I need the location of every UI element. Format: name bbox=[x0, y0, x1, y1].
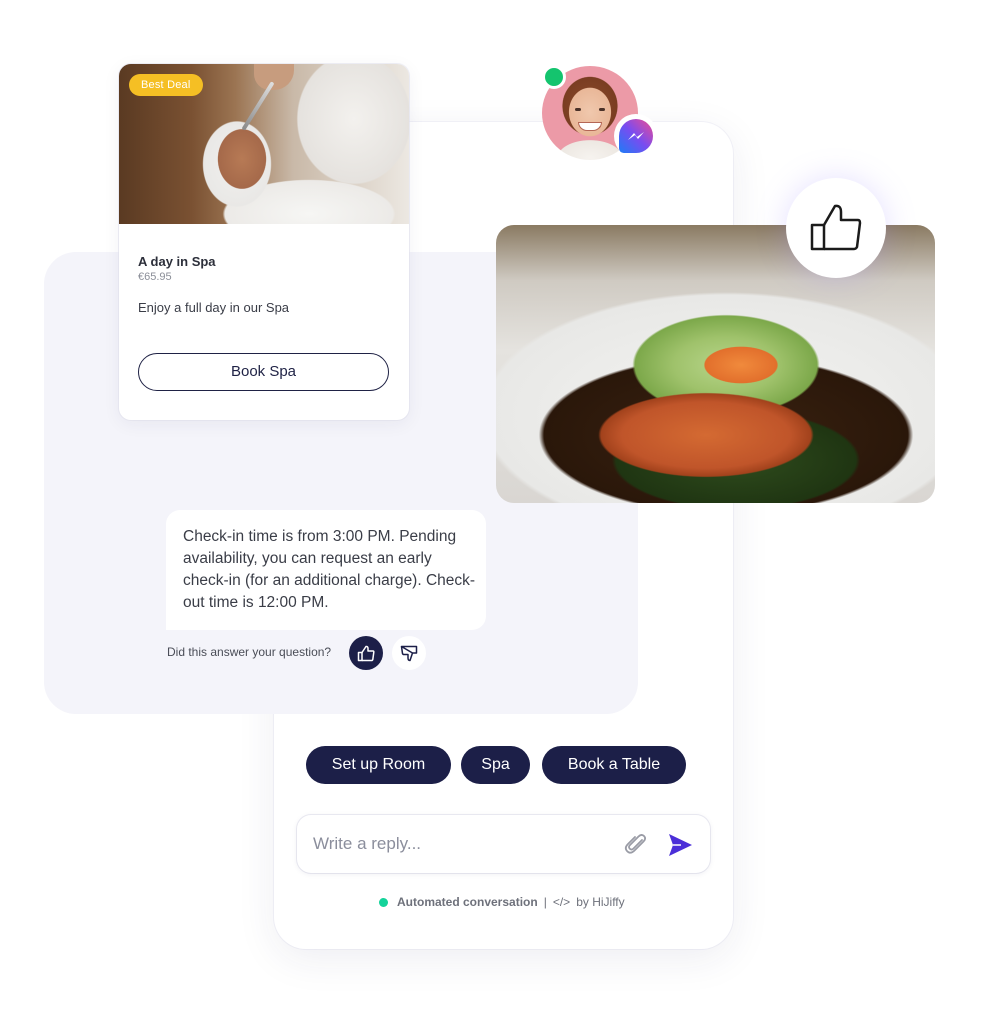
attach-button[interactable] bbox=[623, 831, 649, 857]
offer-description: Enjoy a full day in our Spa bbox=[138, 300, 290, 315]
photo-detail bbox=[254, 64, 294, 90]
conversation-footer: Automated conversation | </> by HiJiffy bbox=[379, 894, 625, 910]
quick-reply-spa[interactable]: Spa bbox=[461, 746, 530, 784]
code-icon: </> bbox=[552, 895, 571, 909]
feedback-thumbs-up-button[interactable] bbox=[349, 636, 383, 670]
avatar-detail bbox=[578, 122, 602, 131]
avatar-detail bbox=[599, 108, 605, 111]
channel-badge bbox=[614, 114, 658, 158]
footer-separator: | bbox=[543, 895, 547, 909]
reply-input[interactable] bbox=[313, 829, 613, 859]
quick-reply-set-up-room[interactable]: Set up Room bbox=[306, 746, 451, 784]
offer-title: A day in Spa bbox=[138, 254, 216, 269]
best-deal-badge: Best Deal bbox=[129, 74, 203, 96]
thumbs-up-icon bbox=[810, 204, 862, 251]
send-icon bbox=[669, 834, 692, 856]
automated-label: Automated conversation bbox=[397, 895, 538, 909]
powered-by-label[interactable]: by HiJiffy bbox=[576, 895, 624, 909]
offer-price: €65.95 bbox=[138, 271, 172, 283]
food-photo bbox=[496, 225, 935, 503]
avatar-detail bbox=[575, 108, 581, 111]
automated-status-dot bbox=[379, 897, 388, 907]
bot-message-bubble: Check-in time is from 3:00 PM. Pending a… bbox=[166, 510, 486, 630]
paperclip-icon bbox=[624, 833, 647, 854]
book-spa-button[interactable]: Book Spa bbox=[138, 353, 389, 391]
feedback-question: Did this answer your question? bbox=[167, 645, 332, 659]
thumbs-down-icon bbox=[400, 645, 418, 661]
reply-composer bbox=[297, 815, 710, 873]
spa-offer-card: Best Deal A day in Spa €65.95 Enjoy a fu… bbox=[119, 64, 409, 420]
send-button[interactable] bbox=[667, 832, 693, 858]
message-text: Check-in time is from 3:00 PM. Pending a… bbox=[183, 528, 476, 611]
quick-reply-book-a-table[interactable]: Book a Table bbox=[542, 746, 686, 784]
photo-detail bbox=[241, 81, 275, 131]
feedback-thumbs-down-button[interactable] bbox=[392, 636, 426, 670]
thumbs-up-icon bbox=[357, 645, 375, 661]
reaction-badge bbox=[786, 178, 886, 278]
online-status-dot bbox=[542, 65, 566, 89]
messenger-icon bbox=[619, 119, 653, 153]
